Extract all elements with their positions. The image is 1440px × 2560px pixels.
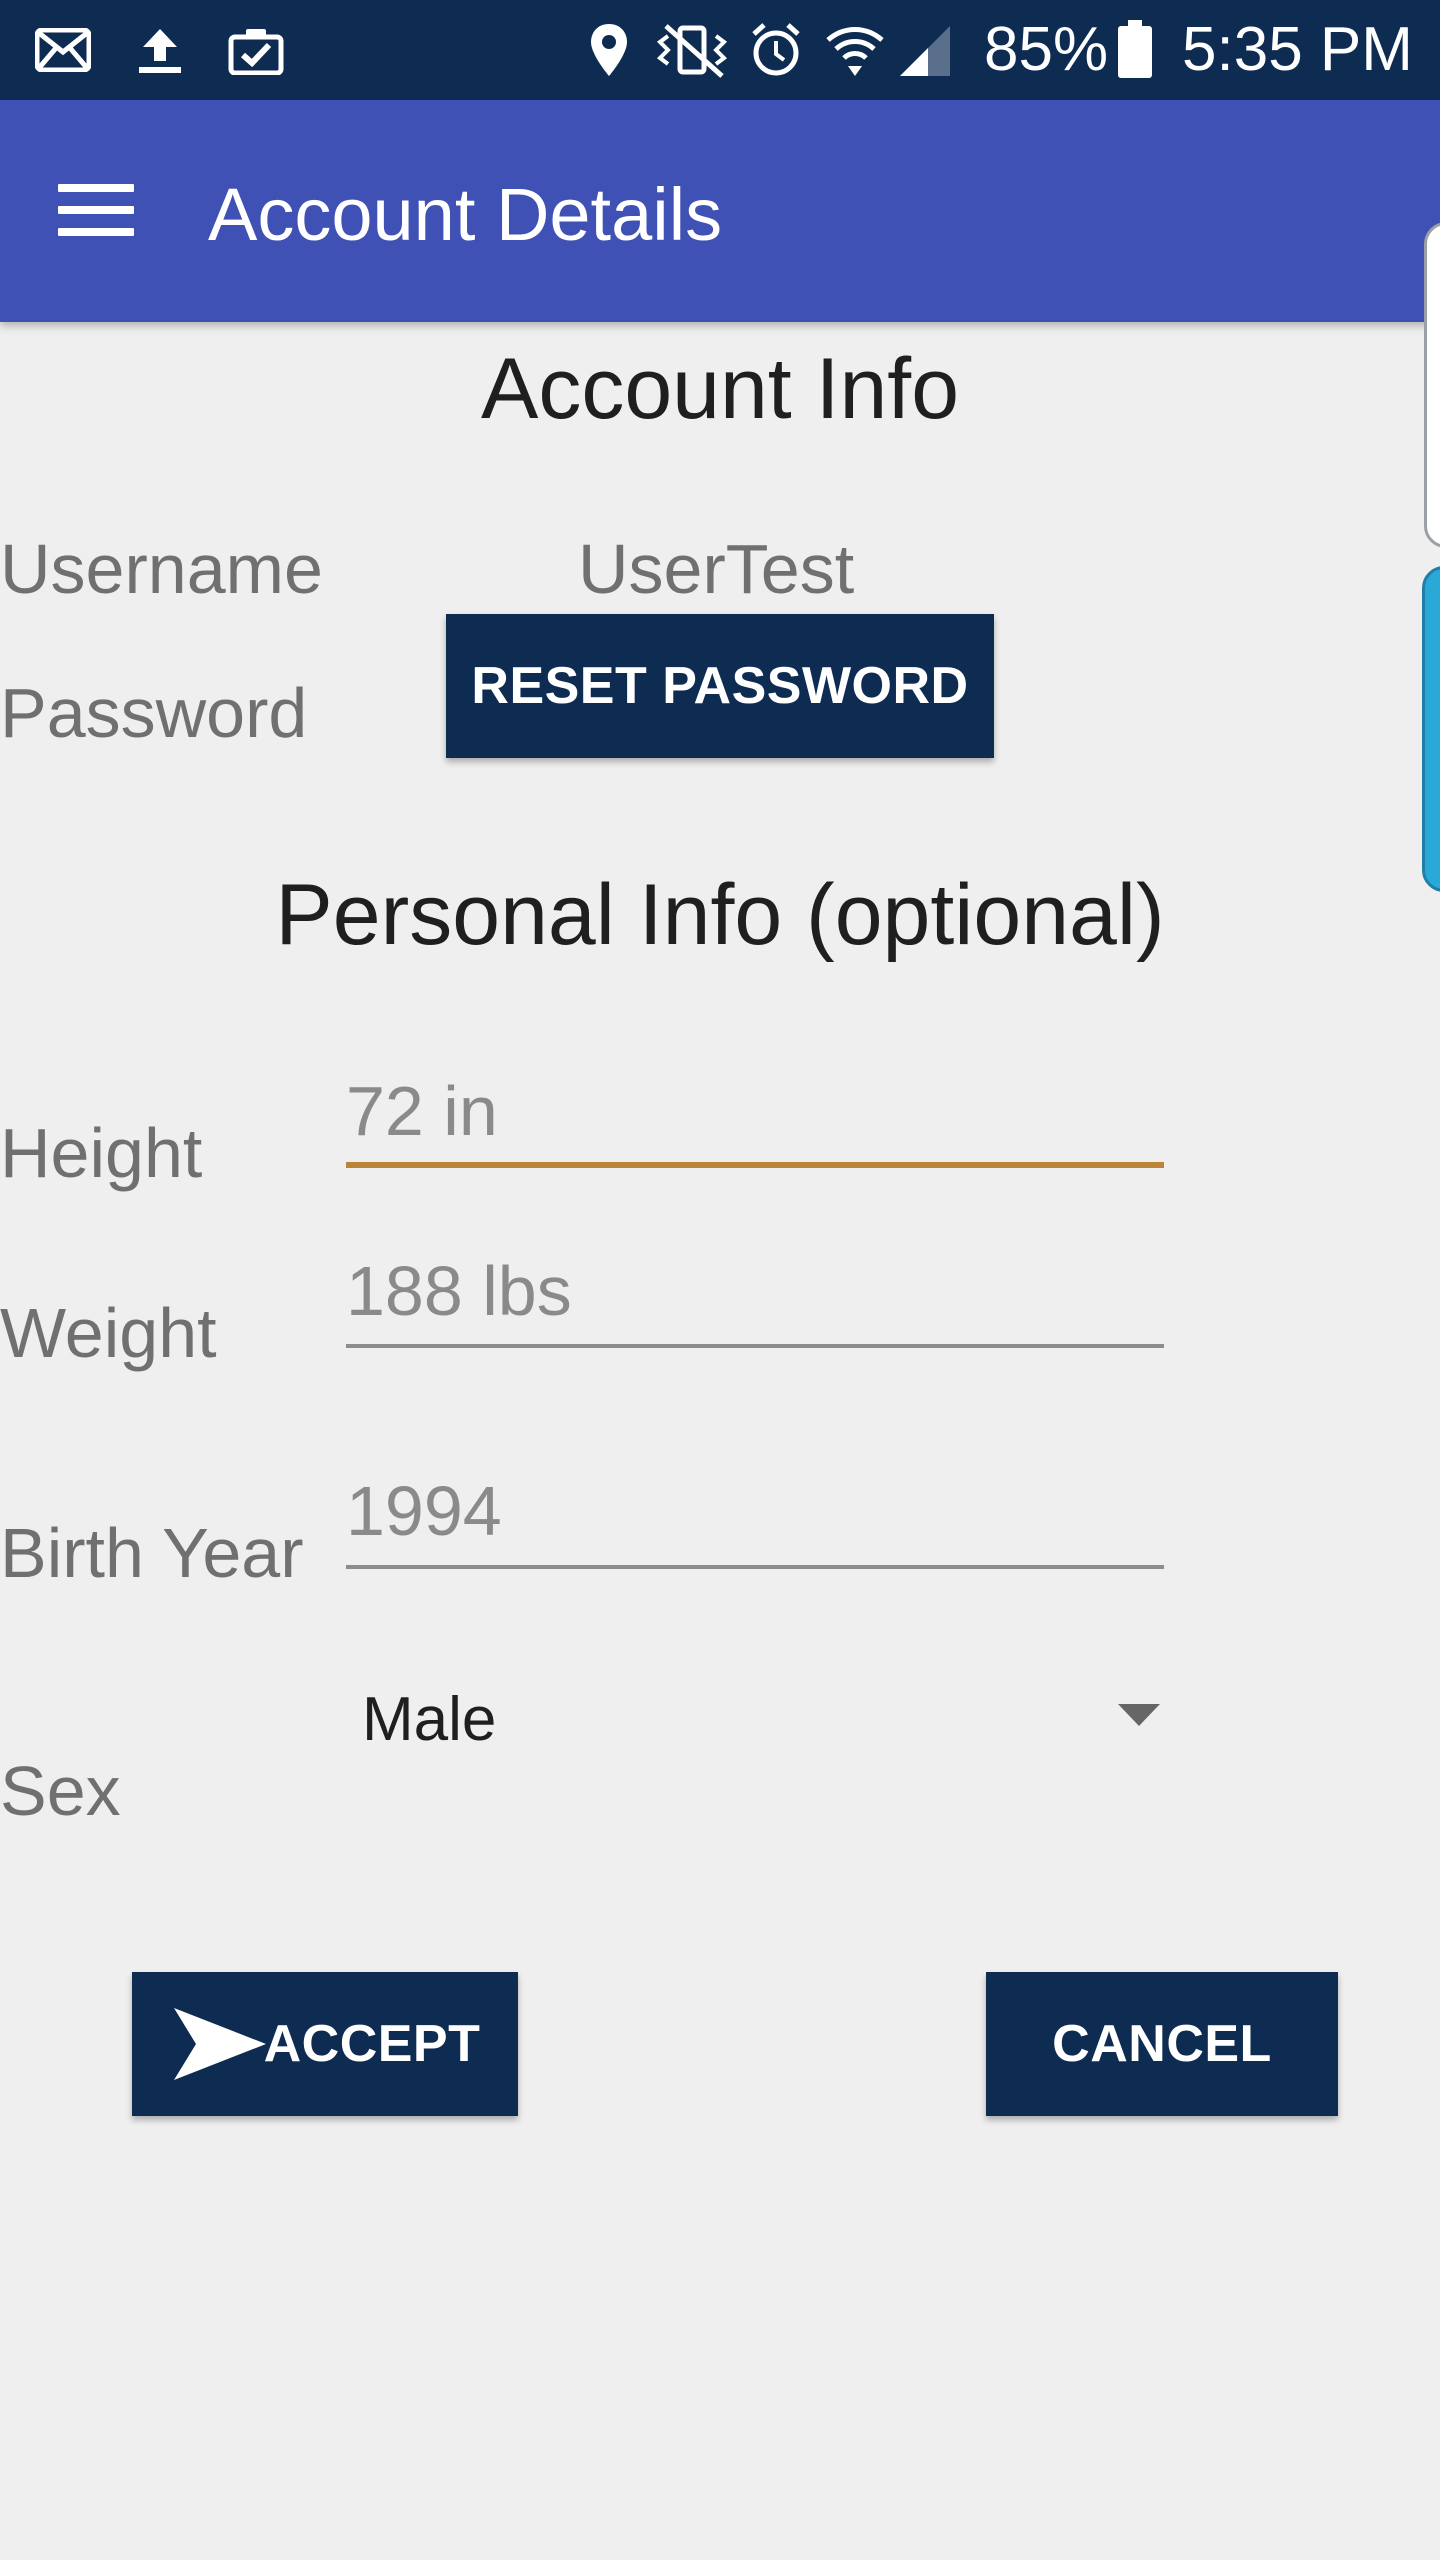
- username-label: Username: [0, 530, 323, 608]
- edge-panel-tab[interactable]: [1422, 566, 1440, 892]
- weight-label: Weight: [0, 1294, 217, 1372]
- password-label: Password: [0, 674, 308, 752]
- personal-info-heading: Personal Info (optional): [275, 867, 1165, 963]
- reset-password-button[interactable]: RESET PASSWORD: [446, 614, 994, 758]
- clock-time: 5:35 PM: [1182, 15, 1413, 84]
- hamburger-menu-icon[interactable]: [58, 182, 134, 238]
- vibrate-mute-icon: [650, 22, 734, 78]
- birth-year-input[interactable]: 1994: [346, 1466, 502, 1556]
- app-bar-title: Account Details: [208, 173, 723, 256]
- sex-label: Sex: [0, 1752, 121, 1830]
- location-icon: [584, 22, 634, 78]
- height-label: Height: [0, 1114, 203, 1192]
- height-input[interactable]: 72 in: [346, 1066, 498, 1156]
- upload-icon: [132, 22, 188, 78]
- sex-dropdown-value: Male: [362, 1685, 497, 1754]
- signal-icon: [894, 22, 956, 78]
- battery-percent: 85%: [984, 15, 1109, 84]
- alarm-icon: [746, 22, 806, 78]
- height-input-underline: [346, 1162, 1164, 1168]
- clipboard-check-icon: [226, 22, 286, 78]
- status-bar: 85% 5:35 PM: [0, 0, 1440, 100]
- battery-icon: [1114, 20, 1156, 78]
- mail-icon: [34, 22, 92, 78]
- wifi-icon: [822, 22, 888, 78]
- send-icon: [170, 2004, 270, 2084]
- cancel-button[interactable]: CANCEL: [986, 1972, 1338, 2116]
- chevron-down-icon: [1118, 1704, 1160, 1726]
- accept-button-label: ACCEPT: [263, 2015, 481, 2073]
- weight-input[interactable]: 188 lbs: [346, 1246, 572, 1336]
- weight-input-underline: [346, 1344, 1164, 1348]
- account-info-heading: Account Info: [480, 341, 960, 437]
- accept-button[interactable]: ACCEPT: [132, 1972, 518, 2116]
- birth-year-input-underline: [346, 1565, 1164, 1569]
- birth-year-label: Birth Year: [0, 1514, 304, 1592]
- username-value: UserTest: [578, 530, 855, 608]
